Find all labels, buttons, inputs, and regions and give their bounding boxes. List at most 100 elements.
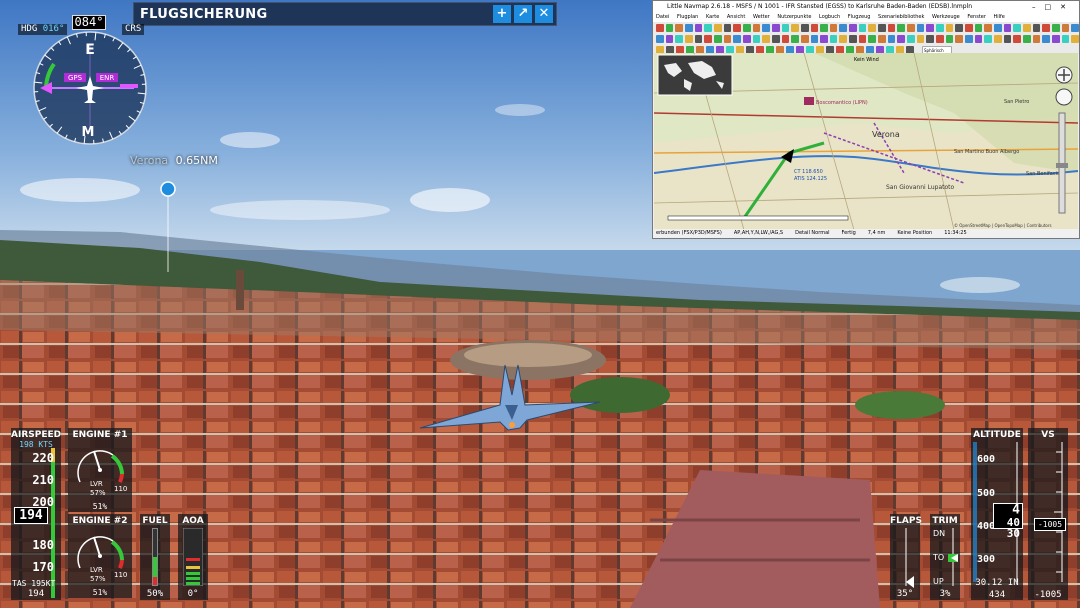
lnm-toolbar-button[interactable] [684,23,693,32]
lnm-toolbar-button[interactable] [887,23,896,32]
lnm-toolbar-button[interactable] [936,23,944,32]
lnm-titlebar[interactable]: Little Navmap 2.6.18 - MSFS / N 1001 - I… [653,1,1079,13]
lnm-toolbar-button[interactable] [916,23,925,32]
atc-window-titlebar[interactable]: FLUGSICHERUNG + ↗ ✕ [133,2,557,26]
lnm-toolbar-button[interactable] [684,34,693,43]
lnm-toolbar-button[interactable] [974,23,983,32]
atc-close-button[interactable]: ✕ [535,5,553,23]
lnm-menu-fenster[interactable]: Fenster [967,14,986,20]
lnm-toolbar-button[interactable] [733,23,741,32]
lnm-toolbar-button[interactable] [675,23,683,32]
lnm-toolbar-button[interactable] [820,23,828,32]
lnm-toolbar-button[interactable] [887,34,896,43]
lnm-menu-wetter[interactable]: Wetter [753,14,770,20]
lnm-toolbar-button[interactable] [694,34,703,43]
lnm-toolbar-button[interactable] [704,34,712,43]
lnm-toolbar-button[interactable] [675,34,683,43]
lnm-toolbar-button[interactable] [656,23,664,32]
lnm-toolbar-button[interactable] [1003,34,1012,43]
atc-undock-button[interactable]: ↗ [514,5,532,23]
lnm-toolbar-button[interactable] [1013,34,1021,43]
lnm-toolbar-button[interactable] [1061,23,1070,32]
lnm-menu-karte[interactable]: Karte [706,14,719,20]
lnm-toolbar-button[interactable] [849,23,857,32]
lnm-toolbar-button[interactable] [1042,34,1050,43]
lnm-menu-nutzerpunkte[interactable]: Nutzerpunkte [777,14,811,20]
lnm-toolbar-button[interactable] [878,23,886,32]
lnm-toolbar-button[interactable] [926,23,935,32]
baro-setting[interactable]: 30.12 IN [971,578,1023,588]
lnm-toolbar-button[interactable] [955,34,963,43]
lnm-toolbar-button[interactable] [965,23,973,32]
lnm-toolbar-button[interactable] [800,34,809,43]
lnm-toolbar-button[interactable] [945,23,954,32]
lnm-menu-flugplan[interactable]: Flugplan [677,14,698,20]
lnm-toolbar-button[interactable] [723,34,732,43]
lnm-toolbar-button[interactable] [868,23,877,32]
lnm-toolbar-button[interactable] [771,23,780,32]
lnm-toolbar-button[interactable] [665,34,674,43]
lnm-toolbar-button[interactable] [1042,23,1050,32]
lnm-toolbar-button[interactable] [907,23,915,32]
lnm-toolbar-button[interactable] [704,23,712,32]
lnm-toolbar-button[interactable] [897,23,906,32]
lnm-toolbar-button[interactable] [656,34,664,43]
lnm-toolbar-button[interactable] [945,34,954,43]
lnm-toolbar-button[interactable] [733,34,741,43]
littlenavmap-window[interactable]: Little Navmap 2.6.18 - MSFS / N 1001 - I… [652,0,1080,239]
lnm-toolbar-button[interactable] [936,34,944,43]
lnm-toolbar-button[interactable] [762,34,770,43]
lnm-toolbar-button[interactable] [742,34,751,43]
lnm-toolbar-button[interactable] [781,34,790,43]
lnm-window-controls[interactable]: –□✕ [1032,1,1075,13]
lnm-map-view[interactable]: Verona San Giovanni Lupatoto San Martino… [654,53,1078,230]
lnm-toolbar-button[interactable] [791,23,799,32]
lnm-toolbar-button[interactable] [791,34,799,43]
lnm-toolbar-button[interactable] [839,34,848,43]
lnm-toolbar-button[interactable] [810,34,819,43]
lnm-menu-flugzeug[interactable]: Flugzeug [848,14,871,20]
lnm-toolbar-button[interactable] [868,34,877,43]
lnm-toolbar-button[interactable] [820,34,828,43]
lnm-menu-ansicht[interactable]: Ansicht [727,14,745,20]
lnm-toolbar-button[interactable] [926,34,935,43]
lnm-toolbar-button[interactable] [849,34,857,43]
lnm-toolbar-button[interactable] [752,23,761,32]
lnm-toolbar-button[interactable] [984,23,992,32]
lnm-menu-hilfe[interactable]: Hilfe [994,14,1005,20]
lnm-toolbar-button[interactable] [810,23,819,32]
lnm-toolbar-button[interactable] [771,34,780,43]
lnm-toolbar-button[interactable] [897,34,906,43]
lnm-toolbar-button[interactable] [965,34,973,43]
lnm-toolbar-button[interactable] [1061,34,1070,43]
lnm-menu-datei[interactable]: Datei [656,14,669,20]
lnm-menu-szenariebibliothek[interactable]: Szenariebibliothek [878,14,924,20]
lnm-toolbar-button[interactable] [800,23,809,32]
lnm-toolbar-button[interactable] [1071,23,1079,32]
lnm-toolbar-button[interactable] [907,34,915,43]
lnm-toolbar-button[interactable] [1003,23,1012,32]
lnm-toolbar-button[interactable] [742,23,751,32]
lnm-toolbar-button[interactable] [665,23,674,32]
lnm-toolbar-button[interactable] [694,23,703,32]
lnm-toolbar-button[interactable] [955,23,963,32]
lnm-toolbar-button[interactable] [1051,23,1060,32]
lnm-toolbar-button[interactable] [1032,23,1041,32]
lnm-toolbar-button[interactable] [858,23,867,32]
lnm-toolbar-button[interactable] [829,34,838,43]
lnm-toolbar-button[interactable] [1051,34,1060,43]
waypoint-label[interactable]: Verona 0.65NM [130,154,218,167]
lnm-toolbar-button[interactable] [993,23,1002,32]
lnm-toolbar-button[interactable] [1032,34,1041,43]
lnm-toolbar-button[interactable] [1013,23,1021,32]
lnm-toolbar-button[interactable] [713,34,722,43]
atc-add-button[interactable]: + [493,5,511,23]
lnm-toolbar-button[interactable] [1022,34,1031,43]
lnm-toolbar-button[interactable] [781,23,790,32]
lnm-toolbar-button[interactable] [1022,23,1031,32]
lnm-menu-logbuch[interactable]: Logbuch [819,14,840,20]
lnm-toolbar-button[interactable] [984,34,992,43]
lnm-toolbar-button[interactable] [762,23,770,32]
lnm-toolbar-button[interactable] [916,34,925,43]
lnm-toolbar-button[interactable] [713,23,722,32]
